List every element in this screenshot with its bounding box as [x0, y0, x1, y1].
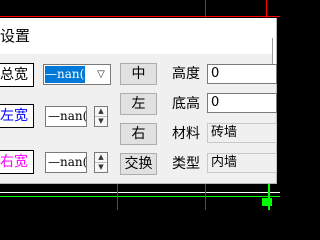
spin-down-icon[interactable]: ▼ [95, 116, 107, 126]
dialog-title: 设置 [0, 27, 31, 45]
cad-green-marker [262, 198, 272, 206]
base-height-label: 底高 [172, 96, 200, 112]
height-label: 高度 [172, 66, 200, 82]
material-label: 材料 [172, 126, 200, 142]
swap-button[interactable]: 交换 [120, 153, 157, 175]
spin-up-icon[interactable]: ▲ [95, 153, 107, 162]
cad-canvas: 设置 总宽 —nan(i ▽ 中 高度 0 左宽 —nan(i ▲ ▼ 左 底高… [0, 0, 280, 210]
total-width-value: —nan(i [45, 66, 85, 83]
right-width-input[interactable]: —nan(i [45, 152, 87, 173]
total-width-combo[interactable]: —nan(i ▽ [43, 64, 111, 85]
cad-red-line-vertical [205, 183, 206, 210]
cad-red-line-vertical [117, 183, 118, 210]
left-width-input[interactable]: —nan(i [45, 106, 87, 127]
total-width-label[interactable]: 总宽 [0, 63, 34, 87]
left-width-label[interactable]: 左宽 [0, 104, 34, 128]
spin-down-icon[interactable]: ▼ [95, 162, 107, 172]
right-width-spinner[interactable]: ▲ ▼ [94, 152, 108, 173]
type-select[interactable]: 内墙 [207, 153, 277, 173]
height-input[interactable]: 0 [207, 64, 277, 84]
wall-settings-dialog: 设置 总宽 —nan(i ▽ 中 高度 0 左宽 —nan(i ▲ ▼ 左 底高… [0, 18, 277, 184]
cad-red-line-vertical [205, 0, 206, 18]
left-width-spinner[interactable]: ▲ ▼ [94, 106, 108, 127]
chevron-down-icon[interactable]: ▽ [94, 65, 108, 84]
close-button-edge[interactable] [272, 38, 276, 64]
base-height-input[interactable]: 0 [207, 93, 277, 113]
align-left-button[interactable]: 左 [120, 93, 157, 115]
cad-white-line [0, 192, 280, 193]
cad-red-line-top [0, 16, 280, 17]
align-center-button[interactable]: 中 [120, 63, 157, 85]
dialog-titlebar[interactable]: 设置 [0, 18, 276, 64]
align-right-button[interactable]: 右 [120, 123, 157, 145]
cad-red-line-vertical [266, 0, 267, 18]
type-label: 类型 [172, 156, 200, 172]
spin-up-icon[interactable]: ▲ [95, 107, 107, 116]
cad-green-line [0, 196, 280, 197]
material-select[interactable]: 砖墙 [207, 123, 277, 143]
right-width-label[interactable]: 右宽 [0, 150, 34, 174]
